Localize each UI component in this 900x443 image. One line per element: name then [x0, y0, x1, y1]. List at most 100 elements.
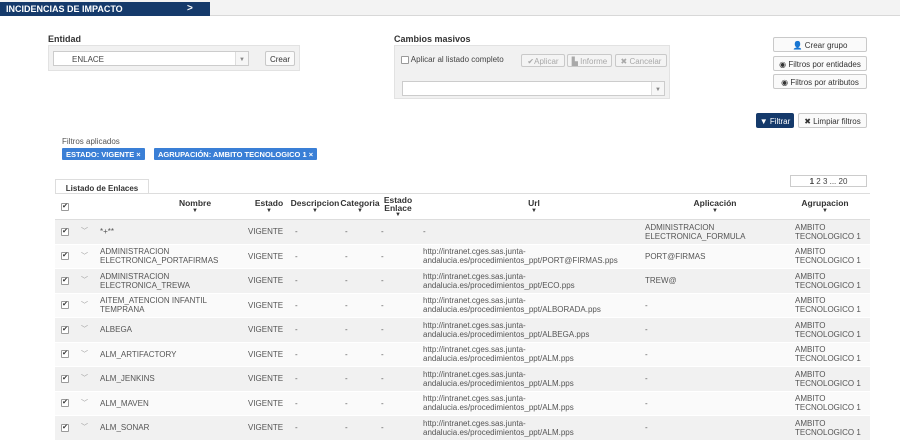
listado-tab[interactable]: Listado de Enlaces: [55, 179, 149, 194]
section-tab[interactable]: INCIDENCIAS DE IMPACTO >: [0, 2, 210, 16]
cell-agrupacion: AMBITO TECNOLOGICO 1: [795, 247, 861, 266]
col-estado-enlace-label-2: Enlace: [384, 202, 412, 213]
row-checkbox[interactable]: ✔: [61, 227, 69, 236]
crear-button[interactable]: Crear: [265, 51, 295, 66]
table-row[interactable]: ✔ ﹀ ALBEGA VIGENTE - - - http://intranet.cges.s…: [55, 318, 870, 343]
apply-all-option[interactable]: Aplicar al listado completo: [401, 55, 506, 65]
eye-icon: ◉: [779, 60, 787, 69]
top-bar: INCIDENCIAS DE IMPACTO >: [0, 0, 900, 16]
col-categoria[interactable]: Categoria ▼: [338, 194, 382, 219]
cell-aplicacion: -: [645, 423, 648, 433]
filter-chip-estado[interactable]: ESTADO: VIGENTE ×: [62, 148, 145, 160]
filtros-atributos-button[interactable]: ◉ Filtros por atributos: [773, 74, 867, 89]
cell-aplicacion: ADMINISTRACION ELECTRONICA_FORMULA: [645, 222, 746, 241]
limpiar-filtros-button[interactable]: ✖ Limpiar filtros: [798, 113, 867, 128]
page-current[interactable]: 1: [810, 177, 814, 186]
cell-estado: VIGENTE: [248, 423, 284, 433]
col-descripcion[interactable]: Descripcion ▼: [290, 194, 340, 219]
cell-url: http://intranet.cges.sas.junta-andalucia…: [423, 345, 574, 364]
cell-url: http://intranet.cges.sas.junta-andalucia…: [423, 369, 574, 388]
cell-categoria: -: [345, 227, 348, 237]
cell-categoria: -: [345, 398, 348, 408]
cell-nombre: ADMINISTRACION ELECTRONICA_TREWA: [100, 271, 190, 290]
cell-categoria: -: [345, 251, 348, 261]
cell-agrupacion: AMBITO TECNOLOGICO 1: [795, 271, 861, 290]
cell-agrupacion: AMBITO TECNOLOGICO 1: [795, 320, 861, 339]
page-links[interactable]: 2 3 ... 20: [816, 177, 847, 186]
col-estado-enlace[interactable]: Estado Enlace ▼: [379, 194, 417, 219]
informe-button[interactable]: ▙ Informe: [567, 54, 612, 67]
cell-estado-enlace: -: [381, 276, 384, 286]
filtrar-button[interactable]: ▼ Filtrar: [756, 113, 794, 128]
cell-url: http://intranet.cges.sas.junta-andalucia…: [423, 271, 575, 290]
table-row[interactable]: ✔ ﹀ ADMINISTRACION ELECTRONICA_TREWA VIGENT…: [55, 269, 870, 294]
row-checkbox[interactable]: ✔: [61, 350, 69, 359]
col-aplicacion[interactable]: Aplicación ▼: [645, 194, 785, 219]
crear-grupo-button[interactable]: 👤 Crear grupo: [773, 37, 867, 52]
cell-aplicacion: -: [645, 300, 648, 310]
cell-estado-enlace: -: [381, 300, 384, 310]
cell-estado: VIGENTE: [248, 374, 284, 384]
col-nombre-label: Nombre: [178, 198, 212, 208]
table-row[interactable]: ✔ ﹀ ALM_SONAR VIGENTE - - - http://intranet.cge…: [55, 416, 870, 441]
row-expand-icon[interactable]: ﹀: [81, 416, 91, 440]
cambios-select[interactable]: ▼: [402, 81, 665, 96]
cell-agrupacion: AMBITO TECNOLOGICO 1: [795, 369, 861, 388]
cell-descripcion: -: [295, 374, 298, 384]
row-expand-icon[interactable]: ﹀: [81, 220, 91, 244]
cell-estado: VIGENTE: [248, 276, 284, 286]
table-row[interactable]: ✔ ﹀ ADMINISTRACION ELECTRONICA_PORTAFIRMAS…: [55, 244, 870, 269]
row-expand-icon[interactable]: ﹀: [81, 269, 91, 293]
cell-descripcion: -: [295, 349, 298, 359]
table-row[interactable]: ✔ ﹀ AITEM_ATENCION INFANTIL TEMPRANA VIGENT…: [55, 293, 870, 318]
filtros-entidades-label: Filtros por entidades: [788, 60, 861, 69]
table-row[interactable]: ✔ ﹀ ALM_MAVEN VIGENTE - - - http://intranet.cge…: [55, 391, 870, 416]
col-agrupacion[interactable]: Agrupacion ▼: [780, 194, 870, 219]
row-checkbox[interactable]: ✔: [61, 399, 69, 408]
row-expand-icon[interactable]: ﹀: [81, 318, 91, 342]
col-estado[interactable]: Estado ▼: [245, 194, 293, 219]
filter-icon: ▼: [759, 117, 768, 126]
row-expand-icon[interactable]: ﹀: [81, 392, 91, 416]
table-row[interactable]: ✔ ﹀ *+** VIGENTE - - - - ADMINISTRACION ELECTRON…: [55, 220, 870, 245]
cell-aplicacion: -: [645, 398, 648, 408]
filter-chip-agrupacion[interactable]: AGRUPACIÓN: AMBITO TECNOLOGICO 1 ×: [154, 148, 318, 160]
sort-icon: ▼: [312, 208, 318, 214]
sort-icon: ▼: [712, 208, 718, 214]
eye-icon: ◉: [781, 78, 789, 87]
row-checkbox[interactable]: ✔: [61, 325, 69, 334]
col-url[interactable]: Url ▼: [419, 194, 649, 219]
apply-all-checkbox[interactable]: [401, 55, 409, 64]
cell-aplicacion: -: [645, 349, 648, 359]
aplicar-button[interactable]: ✔Aplicar: [521, 54, 565, 67]
user-icon: 👤: [792, 41, 803, 50]
chevron-down-icon: ▼: [235, 52, 248, 65]
row-checkbox[interactable]: ✔: [61, 276, 69, 285]
row-checkbox[interactable]: ✔: [61, 252, 69, 261]
col-agrupacion-label: Agrupacion: [801, 198, 849, 208]
row-checkbox[interactable]: ✔: [61, 423, 69, 432]
select-all-checkbox[interactable]: ✔: [61, 202, 69, 211]
cell-estado-enlace: -: [381, 349, 384, 359]
cell-url: http://intranet.cges.sas.junta-andalucia…: [423, 296, 601, 315]
sort-icon: ▼: [266, 208, 272, 214]
cell-aplicacion: -: [645, 325, 648, 335]
row-expand-icon[interactable]: ﹀: [81, 343, 91, 367]
cell-descripcion: -: [295, 276, 298, 286]
col-categoria-label: Categoria: [340, 198, 380, 208]
row-select-cell: ✔: [61, 220, 75, 244]
row-expand-icon[interactable]: ﹀: [81, 367, 91, 391]
row-expand-icon[interactable]: ﹀: [81, 245, 91, 269]
row-checkbox[interactable]: ✔: [61, 301, 69, 310]
filtros-entidades-button[interactable]: ◉ Filtros por entidades: [773, 56, 867, 71]
row-select-cell: ✔: [61, 245, 75, 269]
row-checkbox[interactable]: ✔: [61, 374, 69, 383]
table-row[interactable]: ✔ ﹀ ALM_ARTIFACTORY VIGENTE - - - http://intran…: [55, 342, 870, 367]
cell-url: http://intranet.cges.sas.junta-andalucia…: [423, 418, 574, 437]
entidad-select[interactable]: ENLACE ▼: [53, 51, 249, 66]
table-row[interactable]: ✔ ﹀ ALM_JENKINS VIGENTE - - - http://intranet.c…: [55, 367, 870, 392]
chevron-down-icon: ▼: [651, 82, 664, 95]
cell-nombre: AITEM_ATENCION INFANTIL TEMPRANA: [100, 296, 207, 315]
row-expand-icon[interactable]: ﹀: [81, 294, 91, 318]
cancelar-button[interactable]: ✖ Cancelar: [615, 54, 667, 67]
